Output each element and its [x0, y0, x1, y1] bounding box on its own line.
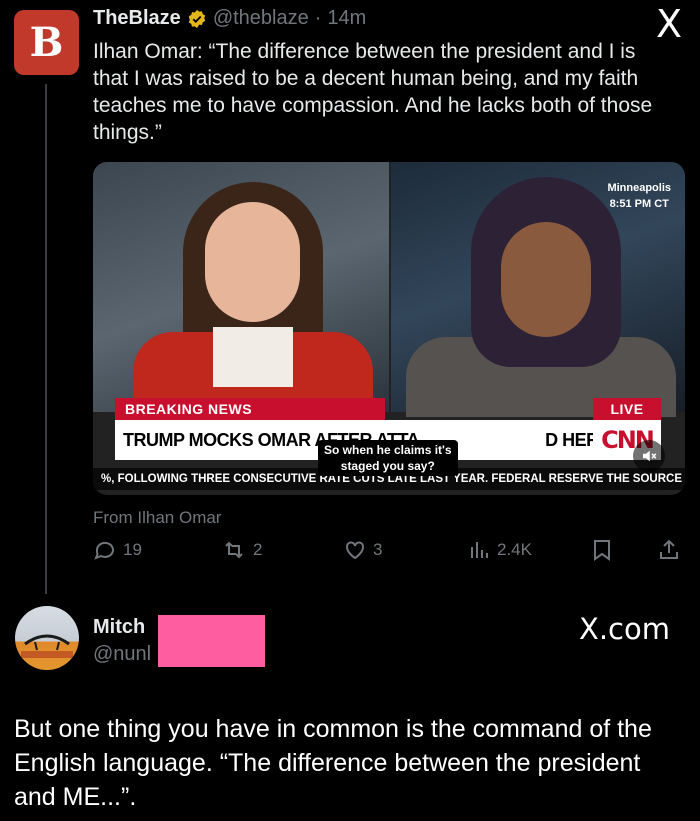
- reply-count: 19: [123, 540, 142, 559]
- reply-icon: [94, 541, 114, 560]
- location-city: Minneapolis: [607, 182, 671, 194]
- anchor-panel: [93, 162, 389, 422]
- analytics-icon: [471, 542, 488, 558]
- caption-line-1: So when he claims it's: [324, 443, 452, 457]
- mute-toggle[interactable]: [633, 440, 665, 472]
- bookmark-icon: [594, 540, 610, 561]
- view-count: 2.4K: [497, 540, 532, 559]
- avatar-art-icon: [21, 634, 73, 658]
- repost-icon: [225, 541, 243, 559]
- location-time: 8:51 PM CT: [609, 198, 669, 210]
- reply-text: But one thing you have in common is the …: [14, 715, 652, 811]
- caption-line-2: staged you say?: [340, 459, 435, 473]
- tweet-actions: 19 2 3 2.4K: [93, 538, 683, 568]
- repost-button[interactable]: 2: [221, 538, 262, 562]
- author-handle[interactable]: @theblaze: [213, 7, 309, 30]
- tweet-time[interactable]: 14m: [327, 7, 366, 30]
- source-attribution[interactable]: From Ilhan Omar: [93, 508, 221, 528]
- avatar-letter: B: [29, 19, 64, 66]
- speaker-muted-icon: [643, 450, 657, 462]
- bookmark-button[interactable]: [591, 538, 613, 562]
- like-count: 3: [373, 540, 383, 559]
- video-player[interactable]: Minneapolis 8:51 PM CT BREAKING NEWS LIV…: [93, 162, 685, 495]
- location-label: Minneapolis 8:51 PM CT: [607, 180, 671, 212]
- live-badge: LIVE: [593, 398, 661, 420]
- theblaze-avatar[interactable]: B: [14, 10, 79, 75]
- video-caption: So when he claims it's staged you say?: [318, 440, 458, 476]
- tweet-text: Ilhan Omar: “The difference between the …: [93, 40, 653, 144]
- author-name[interactable]: TheBlaze: [93, 7, 181, 30]
- like-button[interactable]: 3: [343, 538, 382, 562]
- tweet-header: TheBlaze @theblaze · 14m: [93, 7, 366, 30]
- breaking-news-banner: BREAKING NEWS: [115, 398, 385, 420]
- guest-face: [501, 222, 591, 337]
- verified-badge-icon: [188, 9, 206, 28]
- anchor-face: [205, 202, 300, 322]
- mitch-avatar[interactable]: [15, 606, 79, 670]
- reply-button[interactable]: 19: [93, 538, 142, 562]
- share-icon: [660, 539, 678, 559]
- repost-count: 2: [253, 540, 263, 559]
- share-button[interactable]: [657, 538, 681, 562]
- anchor-shirt: [213, 327, 293, 387]
- thread-connector: [45, 84, 47, 594]
- redaction-block: [158, 615, 265, 667]
- dot-separator: ·: [314, 7, 322, 29]
- reply-author-name[interactable]: Mitch: [93, 616, 145, 639]
- views-button[interactable]: 2.4K: [467, 538, 532, 562]
- reply-author-handle[interactable]: @nunl: [93, 643, 151, 666]
- heart-icon: [346, 541, 364, 560]
- xcom-watermark: X.com: [578, 612, 670, 646]
